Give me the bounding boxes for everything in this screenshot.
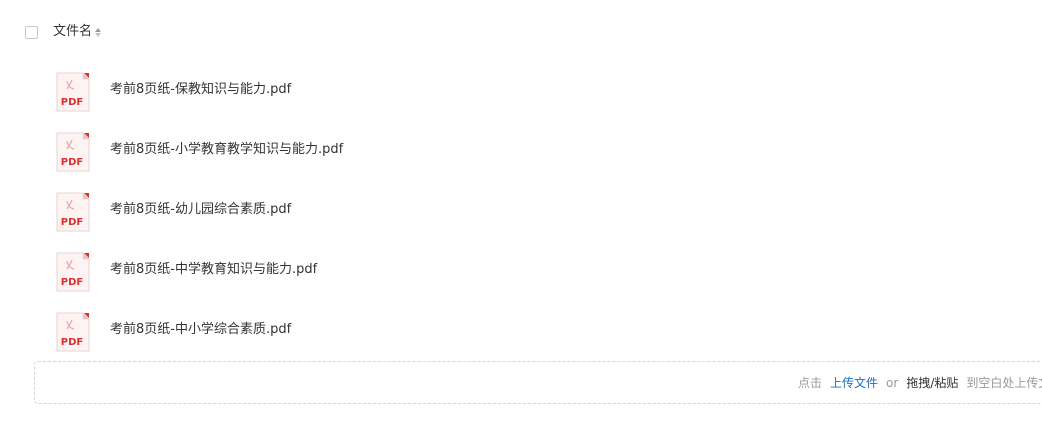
pdf-file-icon: PDF	[56, 312, 90, 352]
file-item[interactable]: PDF 考前8页纸-小学教育教学知识与能力.pdf	[56, 120, 343, 180]
select-all-checkbox[interactable]	[25, 25, 38, 39]
file-item[interactable]: PDF 考前8页纸-中小学综合素质.pdf	[56, 300, 343, 360]
svg-text:PDF: PDF	[61, 217, 83, 228]
upload-file-link[interactable]: 上传文件	[830, 374, 878, 391]
pdf-file-icon: PDF	[56, 252, 90, 292]
upload-drop-zone[interactable]: 点击 上传文件 or 拖拽/粘贴 到空白处上传文件	[34, 361, 1042, 404]
file-name[interactable]: 考前8页纸-中小学综合素质.pdf	[110, 322, 291, 338]
sort-icon[interactable]	[95, 24, 102, 40]
pdf-file-icon: PDF	[56, 132, 90, 172]
file-name[interactable]: 考前8页纸-保教知识与能力.pdf	[110, 82, 291, 98]
file-item[interactable]: PDF 考前8页纸-中学教育知识与能力.pdf	[56, 240, 343, 300]
file-list: PDF 考前8页纸-保教知识与能力.pdf PDF 考前8页纸-小学教育教学知识…	[56, 60, 343, 360]
svg-text:PDF: PDF	[61, 337, 83, 348]
file-item[interactable]: PDF 考前8页纸-幼儿园综合素质.pdf	[56, 180, 343, 240]
upload-click-text: 点击	[798, 376, 823, 390]
upload-blank-text: 到空白处上传文件	[966, 376, 1042, 390]
column-header-filename[interactable]: 文件名	[53, 24, 92, 40]
file-list-header: 文件名	[25, 24, 102, 40]
upload-hint: 点击 上传文件 or 拖拽/粘贴 到空白处上传文件	[798, 362, 1042, 403]
svg-text:PDF: PDF	[61, 97, 83, 108]
pdf-file-icon: PDF	[56, 72, 90, 112]
file-name[interactable]: 考前8页纸-幼儿园综合素质.pdf	[110, 202, 291, 218]
file-name[interactable]: 考前8页纸-中学教育知识与能力.pdf	[110, 262, 317, 278]
svg-text:PDF: PDF	[61, 277, 83, 288]
pdf-file-icon: PDF	[56, 192, 90, 232]
upload-or-text: or	[886, 375, 899, 390]
upload-drag-text: 拖拽/粘贴	[906, 376, 959, 390]
file-name[interactable]: 考前8页纸-小学教育教学知识与能力.pdf	[110, 142, 343, 158]
svg-text:PDF: PDF	[61, 157, 83, 168]
file-item[interactable]: PDF 考前8页纸-保教知识与能力.pdf	[56, 60, 343, 120]
